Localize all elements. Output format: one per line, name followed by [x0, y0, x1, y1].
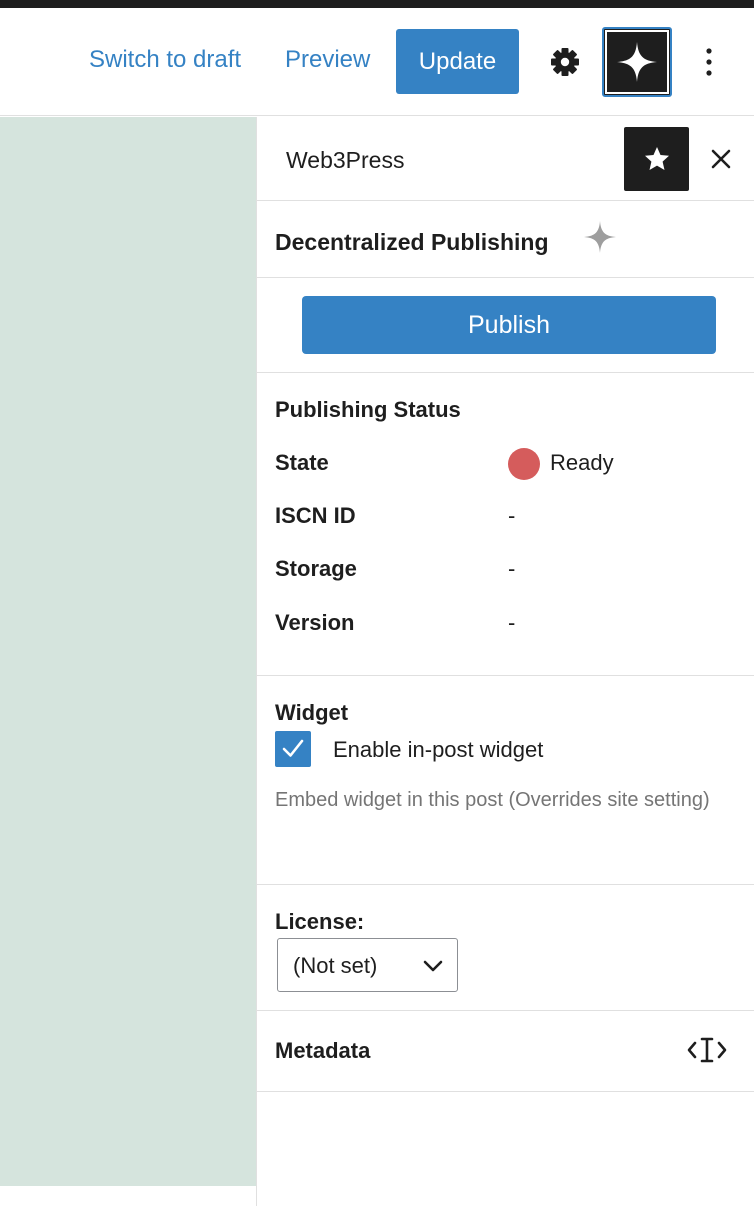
top-bar-strip [0, 0, 754, 8]
sparkle-icon [584, 221, 616, 253]
license-section: License: (Not set) [257, 885, 754, 1011]
status-value: - [508, 556, 516, 581]
update-button[interactable]: Update [396, 29, 519, 94]
publishing-status-section: Publishing Status State Ready ISCN ID - … [257, 373, 754, 676]
status-value: - [508, 610, 516, 635]
status-label: State [275, 450, 329, 475]
chevron-down-icon [423, 960, 443, 972]
license-label: License: [275, 909, 365, 934]
publish-button[interactable]: Publish [302, 296, 716, 354]
status-label: ISCN ID [275, 503, 356, 528]
status-row-version: Version - [275, 610, 745, 644]
enable-widget-label[interactable]: Enable in-post widget [333, 737, 543, 763]
switch-to-draft-button[interactable]: Switch to draft [89, 46, 241, 74]
section-heading: Publishing Status [275, 397, 461, 422]
status-value: Ready [550, 450, 614, 475]
code-cursor-icon [687, 1037, 727, 1063]
license-selected-value: (Not set) [293, 953, 378, 978]
status-label: Version [275, 610, 355, 635]
plugin-panel-header: Decentralized Publishing [257, 201, 754, 278]
sidebar-title: Web3Press [286, 147, 405, 173]
status-value: - [508, 503, 516, 528]
status-row-iscn-id: ISCN ID - [275, 503, 745, 537]
enable-widget-checkbox[interactable] [275, 731, 311, 767]
publish-section: Publish [257, 278, 754, 373]
star-icon[interactable] [624, 127, 689, 191]
status-row-state: State Ready [275, 448, 745, 484]
sparkle-icon-button[interactable] [602, 27, 672, 97]
close-icon[interactable] [705, 141, 737, 177]
editor-canvas[interactable] [0, 117, 256, 1186]
section-heading: Widget [275, 700, 349, 725]
editor-toolbar: Switch to draft Preview Update [0, 8, 754, 116]
widget-help-text: Embed widget in this post (Overrides sit… [275, 789, 710, 811]
sparkle-icon [617, 42, 657, 82]
plugin-name: Decentralized Publishing [275, 229, 549, 255]
state-indicator-dot [508, 448, 540, 480]
status-row-storage: Storage - [275, 556, 745, 590]
plugin-sidebar: Web3Press Decentralized Publishing Publi… [256, 117, 754, 1206]
gear-icon[interactable] [545, 42, 585, 82]
status-label: Storage [275, 556, 357, 581]
license-select[interactable]: (Not set) [277, 938, 458, 992]
metadata-panel-toggle[interactable]: Metadata [257, 1011, 754, 1092]
more-vertical-icon[interactable] [692, 42, 726, 82]
sidebar-header: Web3Press [257, 117, 754, 201]
widget-section: Widget Enable in-post widget Embed widge… [257, 676, 754, 885]
metadata-label: Metadata [275, 1038, 371, 1063]
preview-button[interactable]: Preview [285, 46, 370, 74]
checkmark-icon [282, 739, 304, 757]
